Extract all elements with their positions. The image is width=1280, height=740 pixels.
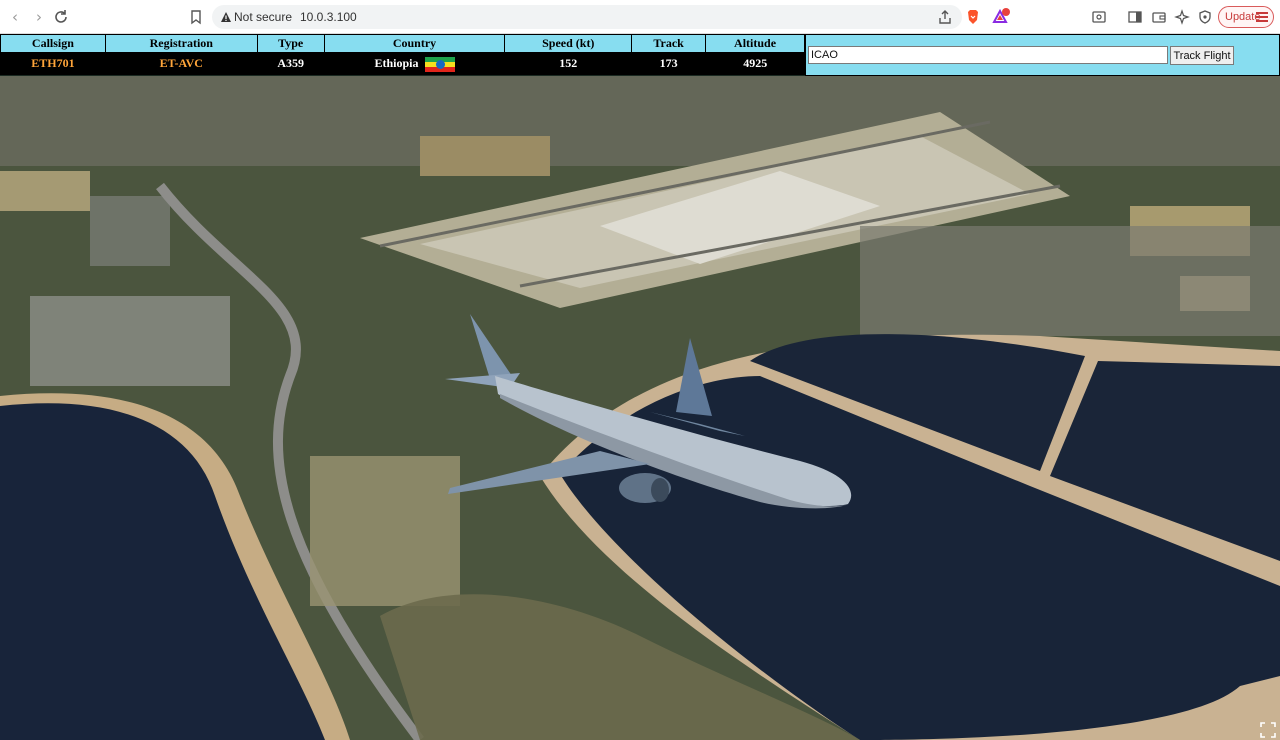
country-value: Ethiopia [374,55,419,70]
map-3d-viewport[interactable] [0,76,1280,740]
address-bar[interactable]: Not secure 10.0.3.100 [212,5,962,29]
url-text: 10.0.3.100 [300,10,357,24]
flight-info-panel: Callsign Registration Type Country Speed… [0,34,805,76]
fullscreen-icon[interactable] [1260,722,1276,738]
track-flight-button[interactable]: Track Flight [1170,46,1234,65]
ethiopia-flag-icon [424,56,455,72]
registration-header: Registration [104,34,258,53]
icao-input[interactable] [808,46,1168,64]
menu-icon [1256,12,1268,22]
country-cell: Ethiopia [323,52,505,75]
aerial-terrain [0,76,1280,740]
warning-icon [221,12,231,22]
forward-icon[interactable]: › [30,8,48,26]
type-header: Type [256,34,325,53]
track-header: Track [631,34,707,53]
track-value: 173 [631,52,706,75]
leo-ai-icon[interactable] [1174,9,1190,25]
speed-header: Speed (kt) [504,34,633,53]
screenshot-icon[interactable] [1091,9,1107,25]
sidebar-icon[interactable] [1127,9,1143,25]
wallet-icon[interactable] [1151,9,1167,25]
flight-table: Callsign Registration Type Country Speed… [0,34,805,75]
vpn-shield-icon[interactable] [1197,9,1213,25]
type-value: A359 [256,52,325,75]
flight-header-row: Callsign Registration Type Country Speed… [0,34,805,53]
track-flight-panel: Track Flight [805,34,1280,76]
share-icon[interactable] [937,9,953,25]
altitude-value: 4925 [705,52,805,75]
callsign-header: Callsign [0,34,106,53]
country-header: Country [323,34,506,53]
reload-icon[interactable] [53,9,69,25]
security-label: Not secure [234,10,293,24]
flight-value-row: ETH701 ET-AVC A359 Ethiopia 152 173 4925 [0,52,805,75]
altitude-header: Altitude [705,34,805,53]
brave-lion-icon[interactable] [965,9,981,25]
back-icon[interactable]: ‹ [6,8,24,26]
bookmark-icon[interactable] [188,9,204,25]
notification-badge [1002,8,1010,16]
browser-toolbar: ‹ › Not secure 10.0.3.100 Update [0,0,1280,34]
registration-value: ET-AVC [104,52,258,75]
update-button[interactable]: Update [1218,6,1274,28]
speed-value: 152 [504,52,632,75]
callsign-value: ETH701 [0,52,106,75]
